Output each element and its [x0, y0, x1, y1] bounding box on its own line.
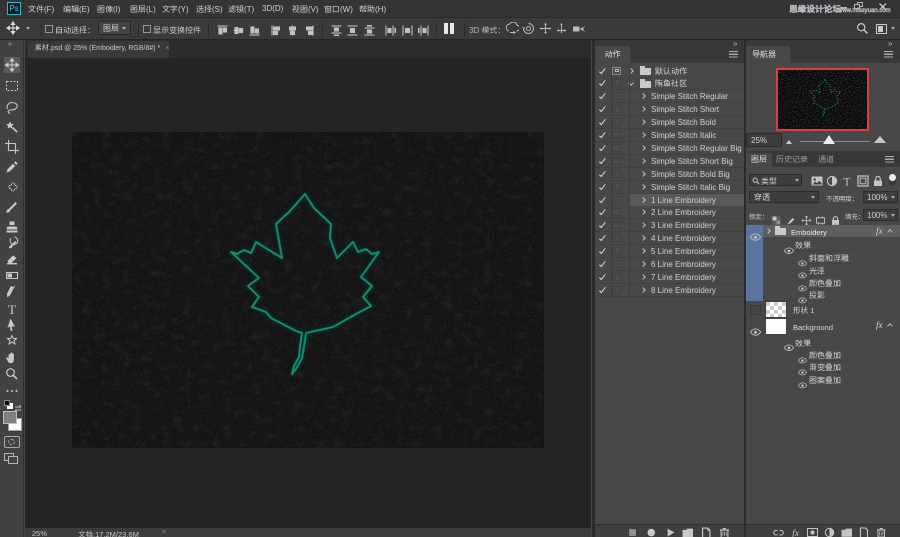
- svg-text:T: T: [8, 302, 16, 317]
- svg-text:fx: fx: [792, 528, 800, 537]
- svg-text:T: T: [843, 177, 850, 188]
